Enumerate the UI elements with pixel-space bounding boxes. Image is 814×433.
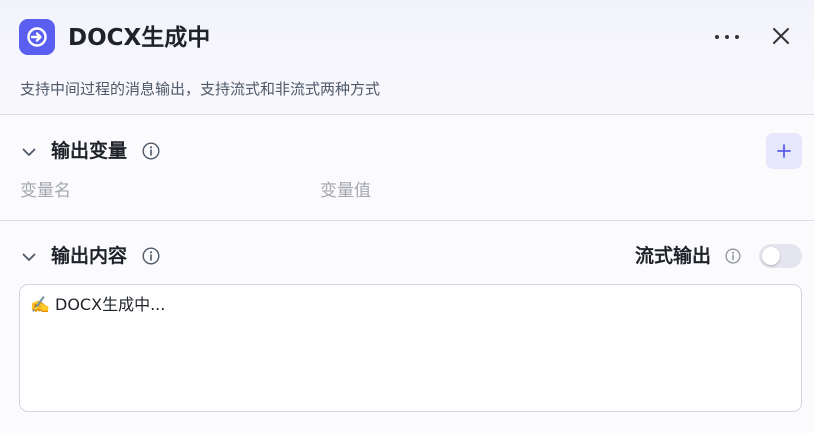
- streaming-info-icon[interactable]: [725, 248, 741, 264]
- output-content-title: 输出内容: [51, 245, 128, 267]
- column-header-variable-name: 变量名: [20, 181, 71, 201]
- output-node-icon: [19, 19, 55, 55]
- close-icon: [773, 28, 789, 44]
- node-title[interactable]: DOCX生成中: [68, 22, 210, 54]
- chevron-down-icon: [22, 253, 36, 261]
- plus-icon: [777, 144, 791, 158]
- node-description: 支持中间过程的消息输出，支持流式和非流式两种方式: [20, 80, 381, 98]
- collapse-output-content-button[interactable]: [20, 248, 38, 266]
- output-variables-title: 输出变量: [51, 140, 128, 162]
- output-content-section: 输出内容 流式输出 ✍️ DOCX生成中...: [0, 221, 814, 433]
- info-icon[interactable]: [142, 142, 160, 160]
- streaming-output-toggle[interactable]: [759, 244, 802, 268]
- node-config-panel: DOCX生成中 支持中间过程的消息输出，支持流式和非流式两种方式 输出变量 变量…: [0, 0, 814, 433]
- column-header-variable-value: 变量值: [320, 181, 371, 201]
- more-icon: [715, 35, 739, 39]
- output-variables-section: 输出变量 变量名 变量值: [0, 115, 814, 221]
- streaming-output-label: 流式输出: [635, 245, 712, 267]
- close-button[interactable]: [766, 21, 796, 51]
- output-content-value: DOCX生成中...: [55, 295, 166, 314]
- chevron-down-icon: [22, 148, 36, 156]
- output-content-editor[interactable]: ✍️ DOCX生成中...: [19, 284, 802, 412]
- panel-header: DOCX生成中 支持中间过程的消息输出，支持流式和非流式两种方式: [0, 0, 814, 115]
- add-variable-button[interactable]: [766, 133, 802, 169]
- more-options-button[interactable]: [711, 22, 743, 52]
- info-icon[interactable]: [142, 247, 160, 265]
- toggle-knob: [762, 247, 780, 265]
- collapse-output-variables-button[interactable]: [20, 143, 38, 161]
- output-content-text: ✍️ DOCX生成中...: [30, 294, 165, 316]
- writing-hand-emoji: ✍️: [30, 295, 50, 314]
